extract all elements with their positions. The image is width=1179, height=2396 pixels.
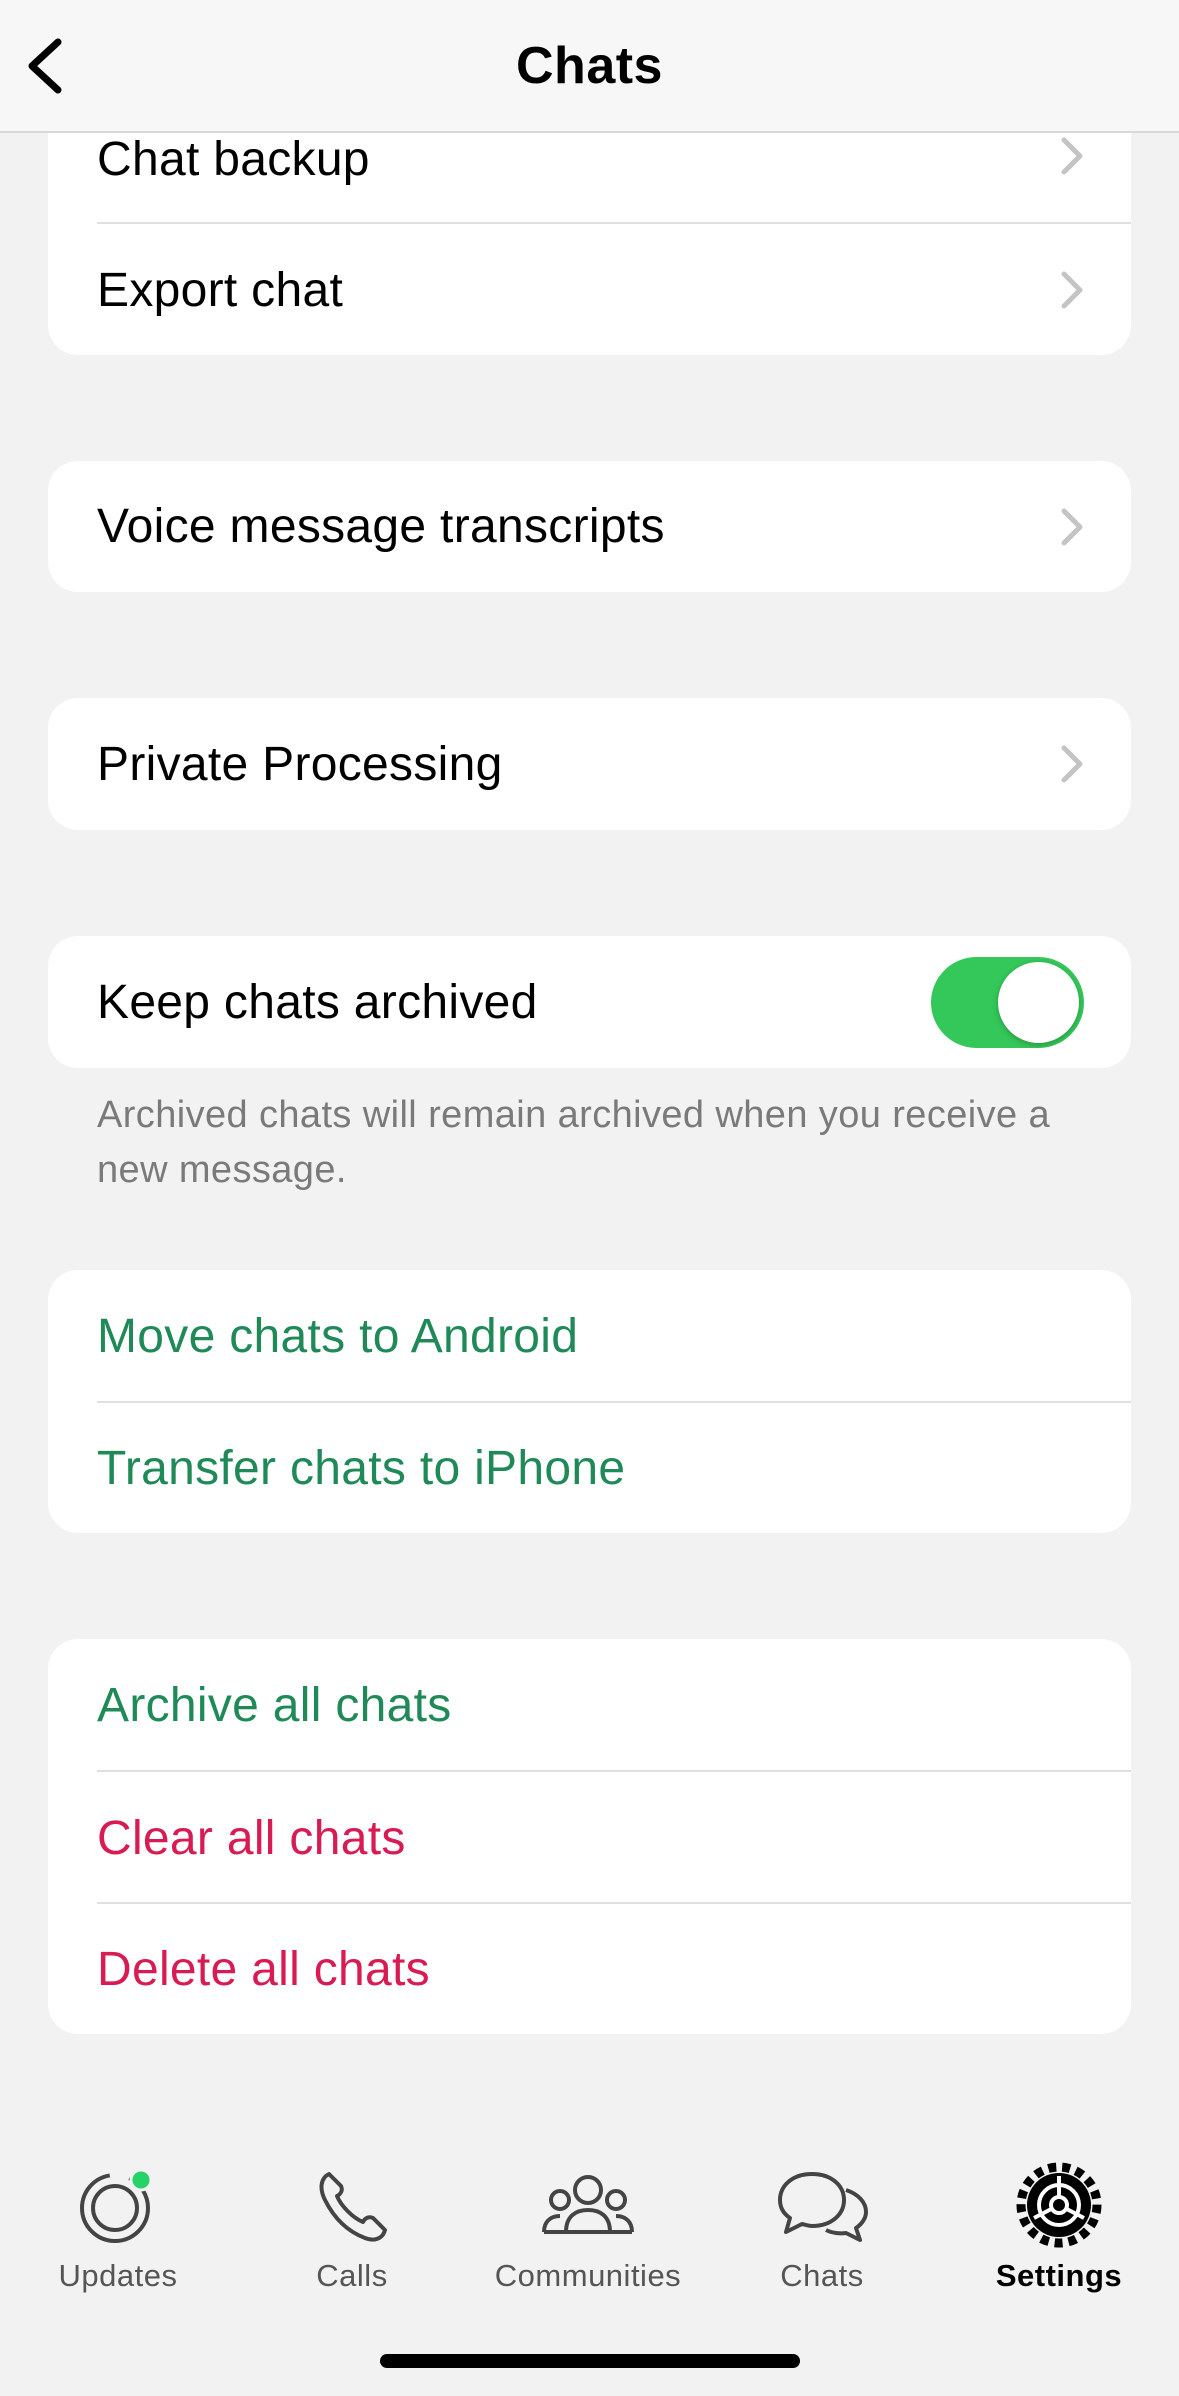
private-processing-group: Private Processing [48, 698, 1131, 830]
keep-archived-footnote: Archived chats will remain archived when… [97, 1094, 1051, 1191]
tab-settings[interactable]: Settings [959, 2160, 1159, 2310]
chevron-right-icon [1061, 508, 1083, 545]
transfer-iphone-label: Transfer chats to iPhone [97, 1441, 626, 1495]
chevron-right-icon [1061, 137, 1083, 175]
delete-all-row[interactable]: Delete all chats [48, 1904, 1131, 2034]
tab-communities[interactable]: Communities [488, 2160, 688, 2310]
tab-updates[interactable]: Updates [18, 2160, 218, 2310]
tab-label: Communities [494, 2258, 682, 2293]
tab-label: Updates [58, 2258, 178, 2293]
chats-icon [778, 2172, 868, 2242]
nav-header: Chats [0, 0, 1179, 133]
tab-chats[interactable]: Chats [722, 2160, 922, 2310]
communities-icon [542, 2175, 634, 2234]
export-chat-row[interactable]: Export chat [48, 224, 1131, 355]
archive-all-row[interactable]: Archive all chats [48, 1639, 1131, 1771]
chat-backup-label: Chat backup [97, 133, 370, 186]
updates-badge [129, 2168, 153, 2192]
clear-all-row[interactable]: Clear all chats [48, 1772, 1131, 1904]
home-indicator [380, 2354, 800, 2368]
voice-transcripts-group: Voice message transcripts [48, 461, 1131, 592]
transfer-group: Move chats to Android Transfer chats to … [48, 1270, 1131, 1533]
clear-all-label: Clear all chats [97, 1811, 406, 1865]
page-title: Chats [516, 37, 663, 95]
tab-label: Chats [780, 2258, 864, 2293]
transfer-iphone-row[interactable]: Transfer chats to iPhone [48, 1403, 1131, 1533]
phone-icon [319, 2172, 387, 2242]
tab-calls[interactable]: Calls [252, 2160, 452, 2310]
updates-icon [80, 2168, 153, 2243]
move-android-row[interactable]: Move chats to Android [48, 1270, 1131, 1402]
private-processing-row[interactable]: Private Processing [48, 698, 1131, 830]
tab-label: Calls [316, 2258, 388, 2293]
bulk-actions-group: Archive all chats Clear all chats Delete… [48, 1639, 1131, 2034]
toggle-knob [998, 962, 1079, 1043]
delete-all-label: Delete all chats [97, 1942, 430, 1996]
voice-transcripts-label: Voice message transcripts [97, 500, 665, 553]
gear-icon [1016, 2162, 1102, 2248]
private-processing-label: Private Processing [97, 737, 503, 791]
move-android-label: Move chats to Android [97, 1309, 579, 1363]
archive-all-label: Archive all chats [97, 1678, 452, 1732]
chevron-right-icon [1061, 271, 1083, 309]
chats-settings-screen: Chat backup Export chat Voice message tr… [0, 0, 1179, 2396]
voice-transcripts-row[interactable]: Voice message transcripts [48, 461, 1131, 592]
keep-archived-group: Keep chats archived [48, 936, 1131, 1068]
tab-label: Settings [995, 2258, 1123, 2293]
keep-archived-label: Keep chats archived [97, 975, 538, 1029]
keep-archived-row: Keep chats archived [48, 936, 1131, 1068]
chevron-right-icon [1061, 745, 1083, 783]
keep-archived-toggle[interactable] [931, 957, 1084, 1048]
export-chat-label: Export chat [97, 263, 344, 317]
